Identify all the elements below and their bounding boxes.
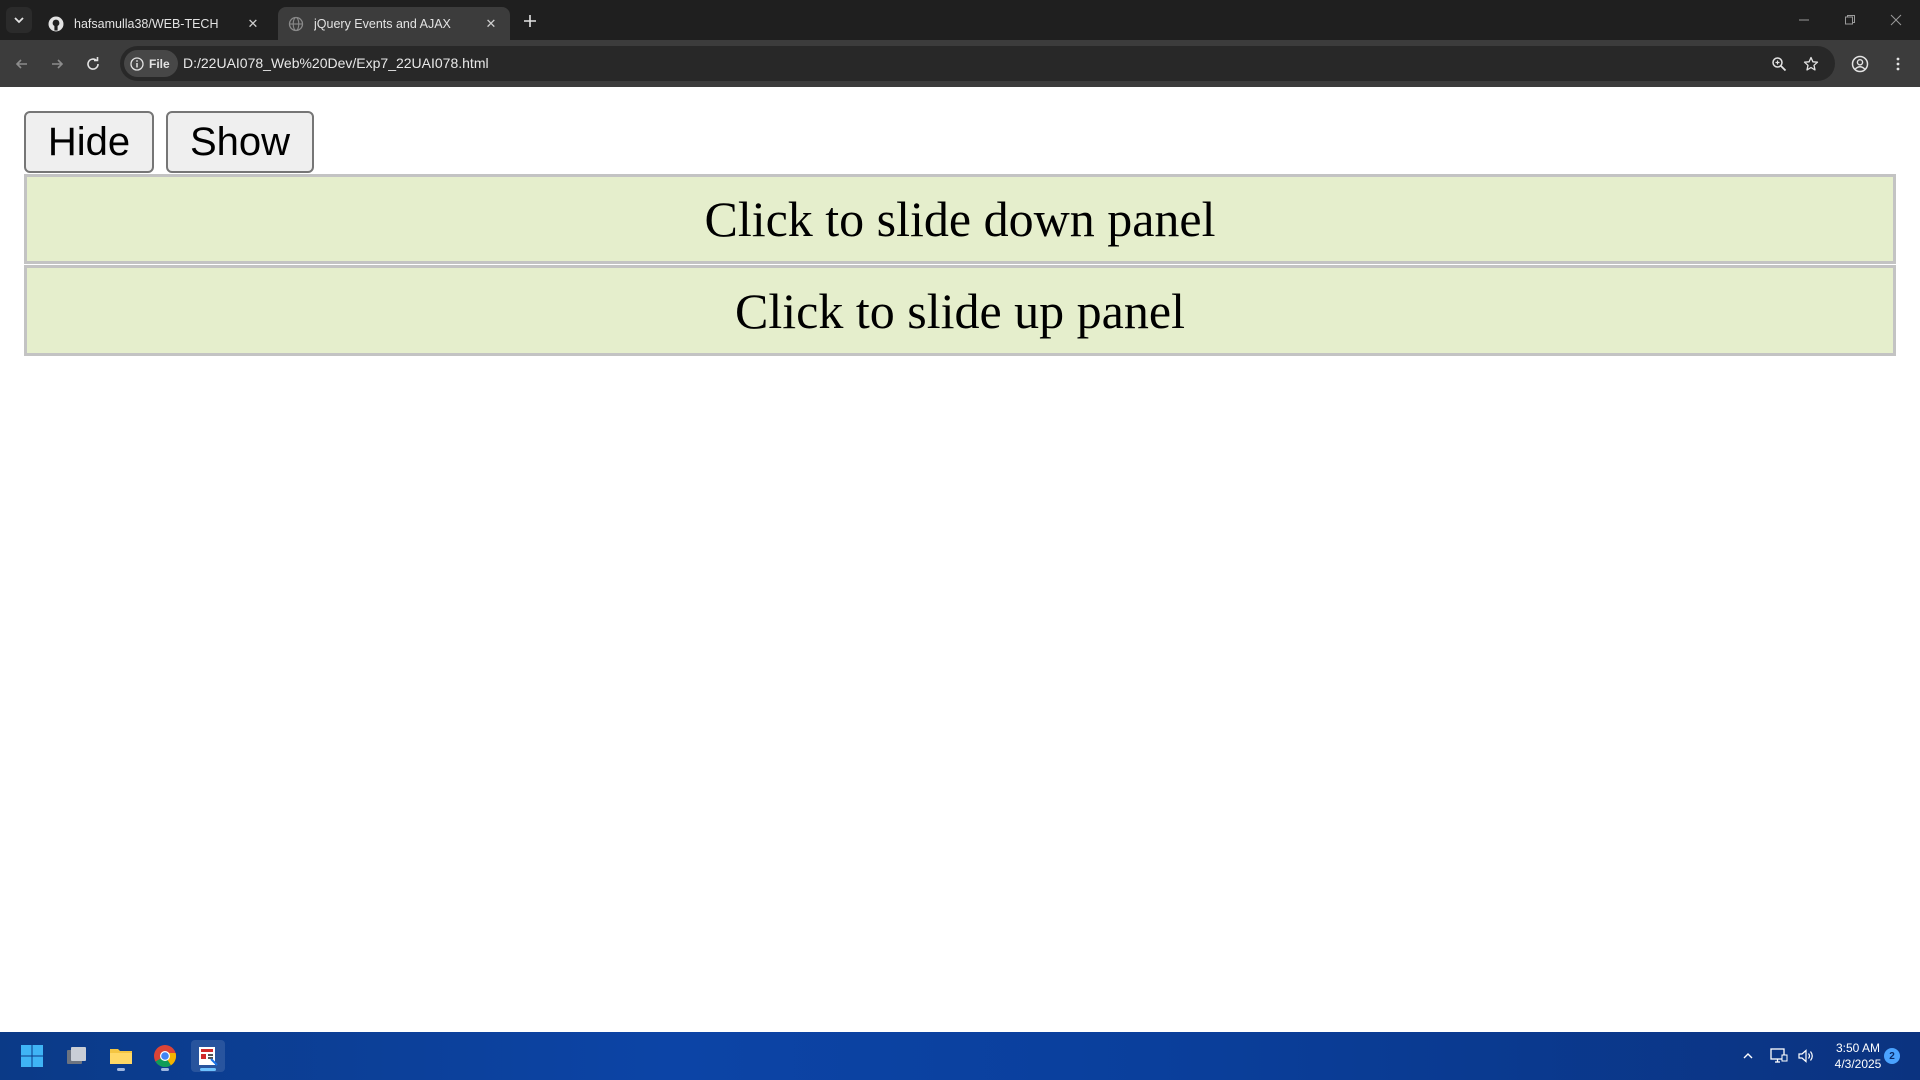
address-bar[interactable]: File D:/22UAI078_Web%20Dev/Exp7_22UAI078… [120, 46, 1835, 81]
arrow-right-icon [52, 59, 64, 69]
show-hidden-icons-button[interactable] [1737, 1040, 1759, 1072]
chrome-icon [154, 1045, 177, 1068]
plus-icon [524, 15, 536, 27]
chevron-down-icon [14, 17, 24, 24]
new-tab-button[interactable] [518, 9, 542, 33]
start-button[interactable] [15, 1040, 49, 1072]
site-info-label: File [149, 56, 170, 71]
browser-tab-strip: hafsamulla38/WEB-TECH ✕ jQuery Events an… [0, 0, 1920, 40]
volume-icon [1798, 1049, 1813, 1063]
minimize-button[interactable] [1781, 0, 1827, 40]
tab-jquery-events[interactable]: jQuery Events and AJAX ✕ [278, 7, 510, 40]
minimize-icon [1799, 19, 1809, 21]
globe-icon [288, 16, 304, 32]
tab-github[interactable]: hafsamulla38/WEB-TECH ✕ [38, 7, 272, 40]
site-info-chip[interactable]: File [124, 50, 178, 77]
browser-toolbar: File D:/22UAI078_Web%20Dev/Exp7_22UAI078… [0, 40, 1920, 87]
page-content: Hide Show Click to slide down panel Clic… [0, 87, 1920, 1032]
reload-icon [87, 57, 99, 70]
folder-icon [110, 1049, 132, 1064]
show-button[interactable]: Show [166, 111, 314, 173]
running-indicator [200, 1068, 216, 1071]
close-icon[interactable]: ✕ [244, 15, 262, 33]
more-vertical-icon [1896, 57, 1900, 71]
task-view-button[interactable] [60, 1040, 94, 1072]
editor-app-button[interactable] [191, 1040, 225, 1072]
tab-title: jQuery Events and AJAX [314, 16, 451, 31]
close-window-button[interactable] [1873, 0, 1919, 40]
file-explorer-button[interactable] [104, 1040, 138, 1072]
profile-button[interactable] [1846, 50, 1874, 78]
running-indicator [161, 1068, 169, 1071]
network-icon [1770, 1048, 1788, 1063]
github-icon [48, 16, 64, 32]
volume-button[interactable] [1794, 1040, 1818, 1072]
reload-button[interactable] [79, 50, 107, 78]
browser-menu-button[interactable] [1884, 50, 1912, 78]
tab-search-button[interactable] [6, 7, 32, 33]
arrow-left-icon [15, 59, 27, 69]
star-icon [1803, 56, 1819, 71]
tab-title: hafsamulla38/WEB-TECH [74, 16, 219, 31]
chevron-up-icon [1743, 1053, 1753, 1059]
back-button[interactable] [8, 50, 36, 78]
running-indicator [117, 1068, 125, 1071]
forward-button[interactable] [43, 50, 71, 78]
editor-app-icon [199, 1047, 218, 1066]
url-text[interactable]: D:/22UAI078_Web%20Dev/Exp7_22UAI078.html [183, 55, 489, 71]
restore-icon [1845, 15, 1855, 25]
info-icon [130, 56, 144, 71]
bookmark-button[interactable] [1800, 53, 1822, 75]
network-button[interactable] [1767, 1040, 1791, 1072]
zoom-button[interactable] [1768, 53, 1790, 75]
hide-button[interactable]: Hide [24, 111, 154, 173]
zoom-icon [1772, 57, 1787, 72]
close-icon[interactable]: ✕ [482, 15, 500, 33]
chrome-button[interactable] [148, 1040, 182, 1072]
profile-icon [1851, 55, 1869, 73]
slide-up-panel-trigger[interactable]: Click to slide up panel [24, 265, 1896, 356]
taskbar: 3:50 AM 4/3/2025 2 [0, 1032, 1920, 1080]
slide-down-panel-trigger[interactable]: Click to slide down panel [24, 174, 1896, 264]
restore-button[interactable] [1827, 0, 1873, 40]
close-icon [1890, 14, 1902, 26]
windows-logo-icon [21, 1045, 43, 1067]
notification-badge[interactable]: 2 [1884, 1048, 1900, 1064]
task-view-icon [67, 1047, 86, 1064]
